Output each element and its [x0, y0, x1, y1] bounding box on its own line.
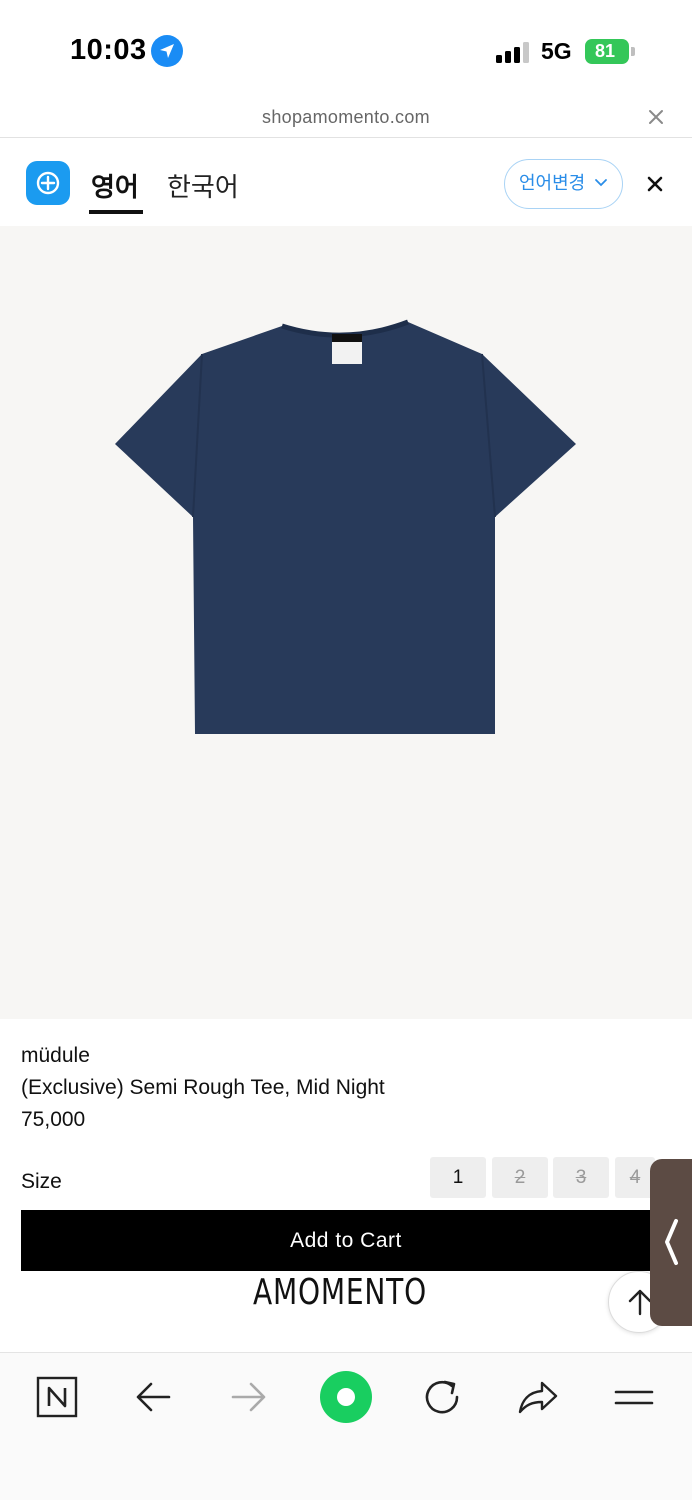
change-language-button[interactable]: 언어변경	[504, 159, 623, 209]
network-type: 5G	[541, 38, 572, 64]
menu-icon[interactable]	[610, 1373, 660, 1423]
close-translate-icon[interactable]	[644, 173, 666, 195]
battery-cap	[631, 47, 635, 56]
green-home-dot[interactable]	[320, 1371, 372, 1423]
tshirt-image	[115, 319, 576, 734]
tab-english[interactable]: 영어	[91, 167, 139, 204]
product-price: 75,000	[21, 1108, 86, 1131]
size-label: Size	[21, 1170, 62, 1193]
product-brand[interactable]: müdule	[21, 1040, 385, 1072]
status-bar: 10:03 5G 81	[0, 0, 692, 100]
browser-toolbar	[0, 1352, 692, 1500]
tab-korean[interactable]: 한국어	[167, 167, 239, 204]
site-logo[interactable]: AMOMENTO	[75, 1272, 605, 1313]
close-icon[interactable]	[646, 107, 666, 127]
forward-arrow-icon[interactable]	[225, 1373, 275, 1423]
refresh-icon[interactable]	[418, 1373, 468, 1423]
battery-icon: 81	[585, 39, 629, 64]
product-image[interactable]	[0, 226, 692, 1019]
battery-level: 81	[594, 41, 616, 61]
url-text: shopamomento.com	[262, 107, 430, 127]
size-option-4[interactable]: 4	[615, 1157, 655, 1198]
translate-bar: 영어 한국어 언어변경	[0, 139, 692, 225]
product-name: (Exclusive) Semi Rough Tee, Mid Night	[21, 1076, 385, 1099]
translator-app-icon[interactable]	[26, 161, 70, 205]
product-info: müdule (Exclusive) Semi Rough Tee, Mid N…	[21, 1040, 385, 1136]
status-time: 10:03	[70, 34, 147, 66]
naver-home-icon[interactable]	[33, 1373, 83, 1423]
chevron-down-icon	[595, 179, 607, 187]
change-language-label: 언어변경	[519, 173, 586, 193]
location-arrow-icon	[151, 35, 183, 67]
share-icon[interactable]	[514, 1373, 564, 1423]
size-option-1[interactable]: 1	[430, 1157, 486, 1198]
back-arrow-icon[interactable]	[129, 1373, 179, 1423]
address-bar[interactable]: shopamomento.com	[0, 100, 692, 138]
active-tab-indicator	[89, 210, 143, 214]
size-option-2[interactable]: 2	[492, 1157, 548, 1198]
cellular-signal-icon	[496, 41, 532, 63]
chevron-left-icon	[665, 1219, 678, 1265]
add-to-cart-button[interactable]: Add to Cart	[21, 1210, 671, 1271]
size-option-3[interactable]: 3	[553, 1157, 609, 1198]
side-panel-handle[interactable]	[650, 1159, 692, 1326]
